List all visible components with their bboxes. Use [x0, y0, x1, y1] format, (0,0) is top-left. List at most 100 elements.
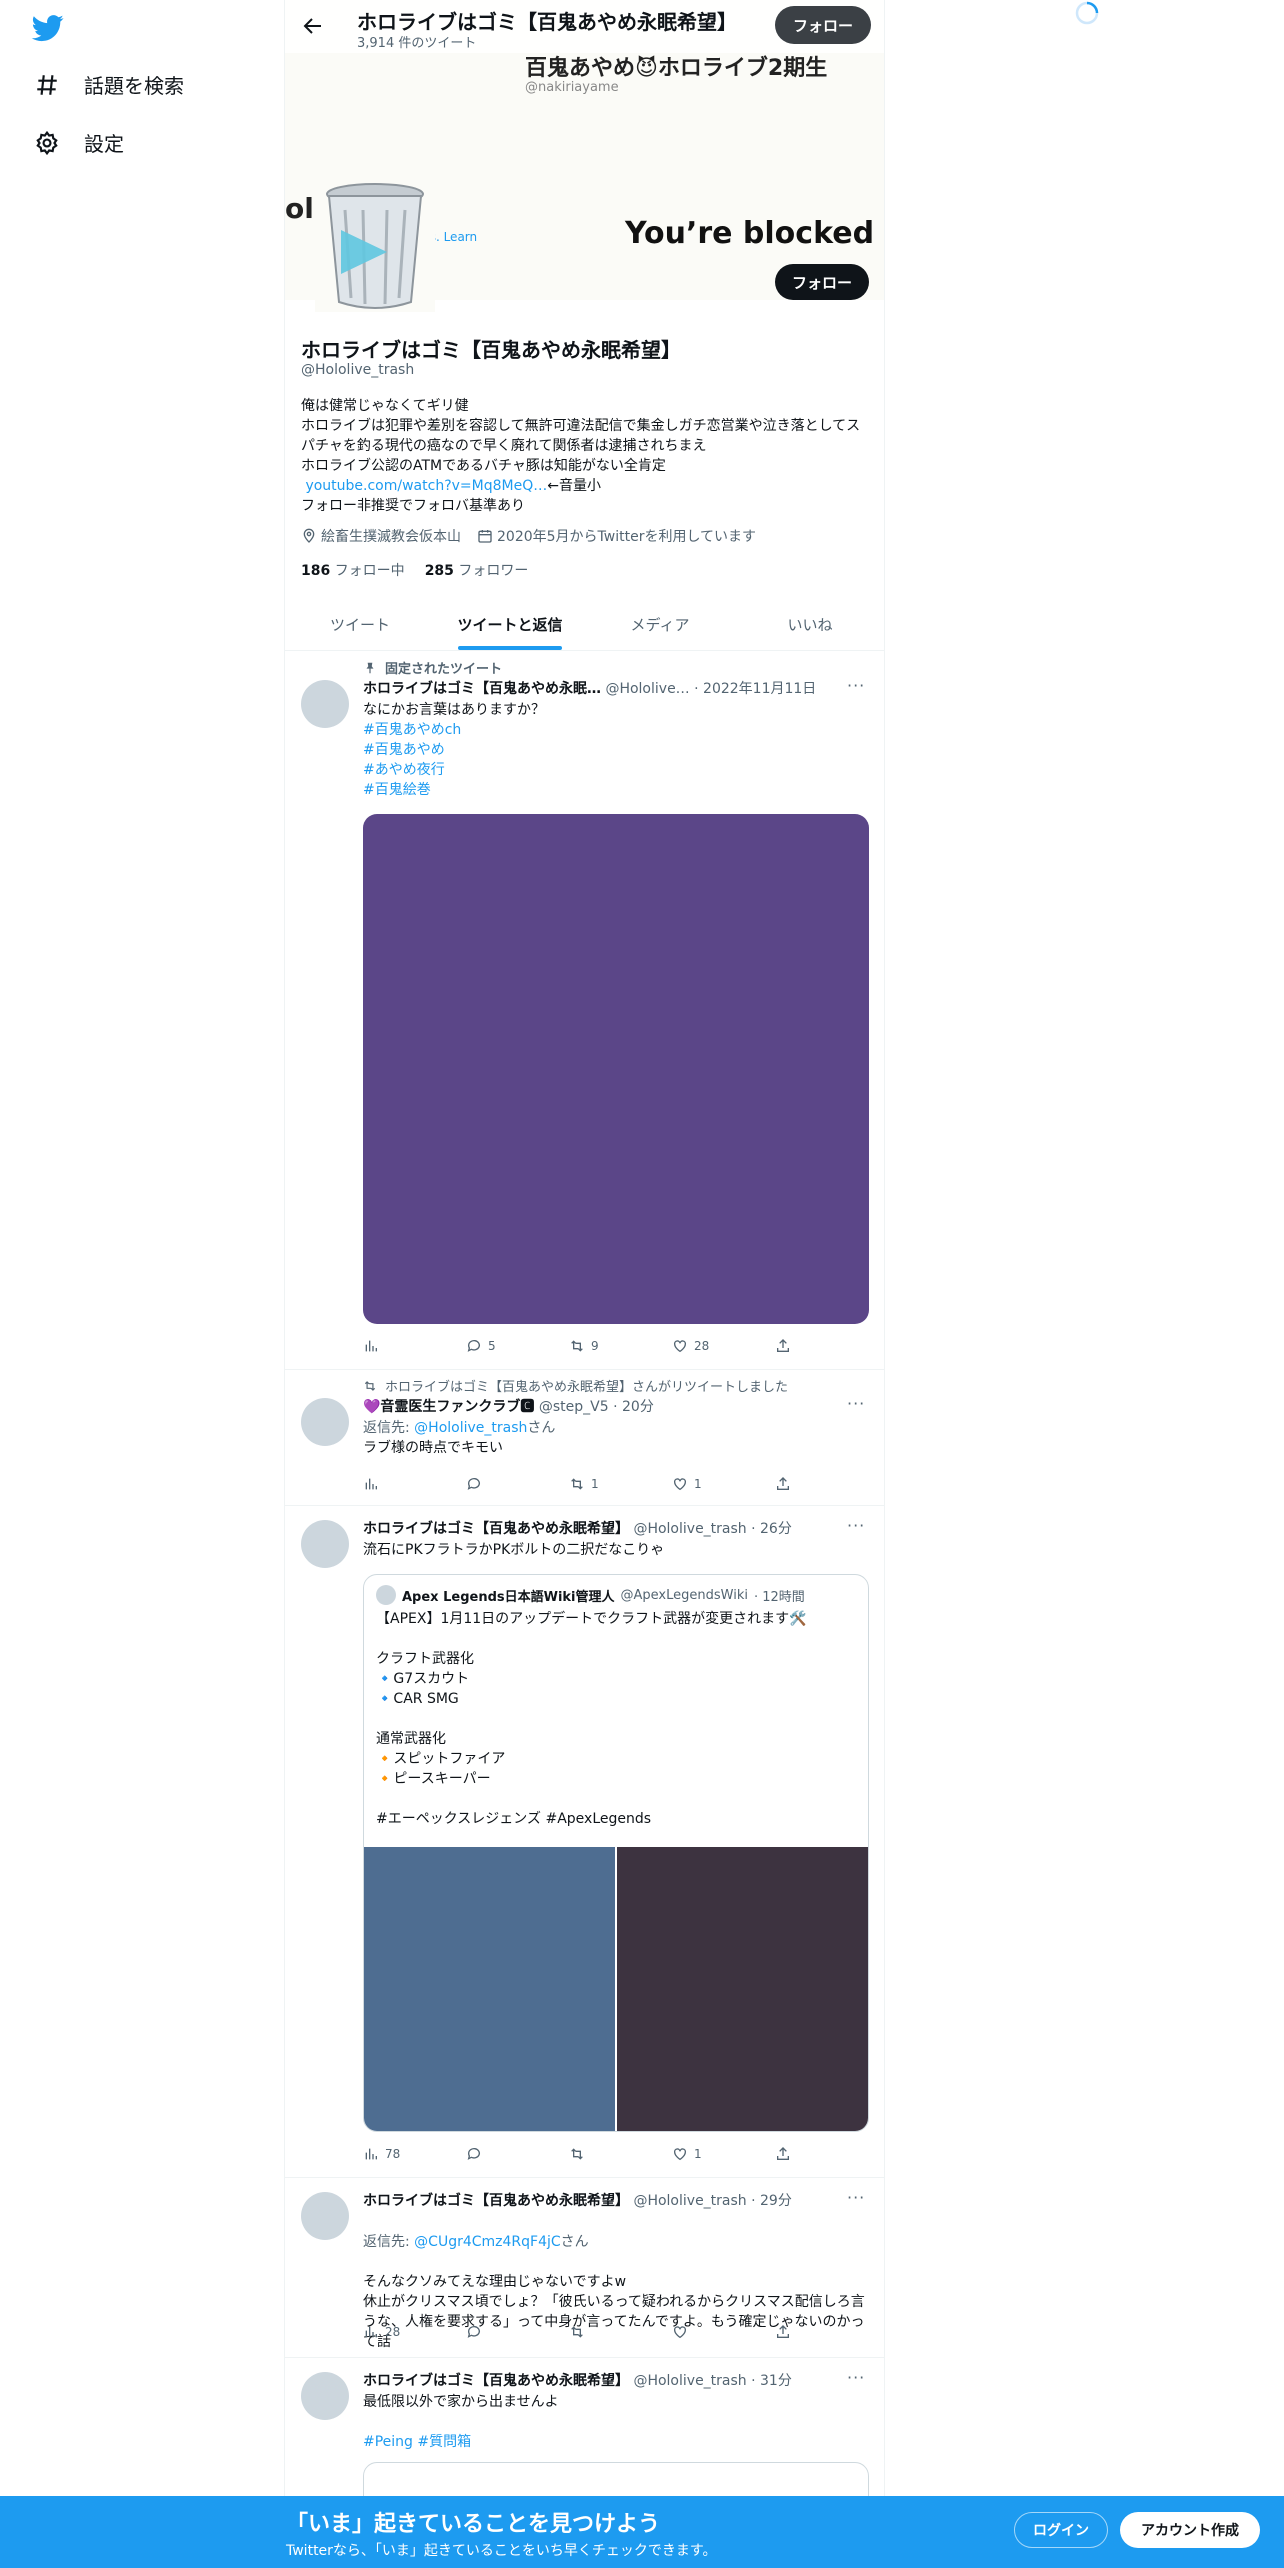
- tab-likes[interactable]: いいね: [735, 598, 884, 650]
- like-button[interactable]: 28: [672, 1338, 732, 1354]
- quote-image-left[interactable]: [364, 1847, 615, 2131]
- location-text: 絵畜生撲滅教会仮本山: [321, 529, 461, 545]
- nav-explore[interactable]: 話題を検索: [34, 70, 184, 99]
- main-column: 百鬼あやめ😈ホロライブ2期生 @nakiriayame olo ts. Lear…: [284, 0, 885, 2568]
- twitter-logo-icon[interactable]: [30, 12, 66, 44]
- views-button[interactable]: [363, 1476, 423, 1492]
- header-follow-button[interactable]: フォロー: [775, 6, 871, 44]
- retweet-button[interactable]: 9: [569, 1338, 629, 1354]
- more-icon[interactable]: ···: [847, 2368, 865, 2387]
- reply-button[interactable]: [466, 1476, 526, 1492]
- author-handle[interactable]: @step_V5: [539, 1399, 609, 1415]
- like-button[interactable]: 1: [672, 1476, 732, 1492]
- tweet[interactable]: ホロライブはゴミ【百鬼あやめ永眠希望】 @Hololive_trash · 29…: [285, 2178, 884, 2358]
- author-handle[interactable]: @Hololive…: [605, 681, 689, 697]
- pin-icon: [366, 662, 374, 673]
- quote-header: Apex Legends日本語Wiki管理人 @ApexLegendsWiki · …: [376, 1585, 805, 1605]
- retweet-social-text[interactable]: ホロライブはゴミ【百鬼あやめ永眠希望】さんがリツイートしました: [385, 1376, 788, 1395]
- tab-tweets-and-replies[interactable]: ツイートと返信: [435, 598, 585, 650]
- signup-banner: 「いま」起きていることを見つけよう Twitterなら、「いま」起きていることを…: [0, 2496, 1284, 2568]
- tweet-time[interactable]: · 26分: [751, 1521, 792, 1537]
- tab-tweets[interactable]: ツイート: [285, 598, 435, 650]
- reply-suffix: さん: [527, 1420, 556, 1436]
- more-icon[interactable]: ···: [847, 2188, 865, 2207]
- views-button[interactable]: [363, 1338, 423, 1354]
- tweet[interactable]: ホロライブはゴミ【百鬼あやめ永眠希望】さんがリツイートしました 💜音霊医生ファン…: [285, 1370, 884, 1506]
- login-button[interactable]: ログイン: [1014, 2512, 1108, 2548]
- views-button[interactable]: 78: [363, 2146, 423, 2162]
- following-count: 186: [301, 563, 331, 579]
- more-icon[interactable]: ···: [847, 676, 865, 695]
- back-arrow-icon[interactable]: [301, 14, 325, 38]
- signup-banner-subtitle: Twitterなら、「いま」起きていることをいち早くチェックできます。: [286, 2543, 717, 2559]
- retweet-indicator: ホロライブはゴミ【百鬼あやめ永眠希望】さんがリツイートしました: [363, 1376, 788, 1395]
- author-name[interactable]: ホロライブはゴミ【百鬼あやめ永眠希望】: [363, 2373, 629, 2389]
- share-button[interactable]: [775, 1338, 795, 1354]
- retweet-button[interactable]: 1: [569, 1476, 629, 1492]
- hashtag[interactable]: #百鬼あやめch: [363, 720, 871, 740]
- share-button[interactable]: [775, 1476, 795, 1492]
- hashtag[interactable]: #あやめ夜行: [363, 760, 871, 780]
- tweet-image[interactable]: [363, 814, 869, 1324]
- reply-button[interactable]: [466, 2146, 526, 2162]
- tweet-time[interactable]: · 2022年11月11日: [694, 681, 816, 697]
- following-link[interactable]: 186 フォロー中: [301, 560, 405, 580]
- reply-button[interactable]: 5: [466, 1338, 526, 1354]
- nav-explore-label: 話題を検索: [84, 74, 184, 98]
- quote-author-name: Apex Legends日本語Wiki管理人: [402, 1589, 615, 1605]
- avatar[interactable]: [301, 2372, 349, 2420]
- bio-line: 俺は健常じゃなくてギリ健: [301, 398, 469, 414]
- views-button[interactable]: 28: [363, 2324, 423, 2340]
- reply-prefix: 返信先:: [363, 2234, 415, 2250]
- like-button[interactable]: [672, 2324, 732, 2340]
- bio-link-suffix: ←音量小: [547, 478, 601, 494]
- bio-link[interactable]: youtube.com/watch?v=Mq8MeQ…: [305, 478, 547, 494]
- avatar[interactable]: [301, 1398, 349, 1446]
- avatar[interactable]: [301, 680, 349, 728]
- author-name[interactable]: ホロライブはゴミ【百鬼あやめ永眠希望】: [363, 2193, 629, 2209]
- signup-button[interactable]: アカウント作成: [1120, 2512, 1260, 2548]
- avatar[interactable]: [301, 1520, 349, 1568]
- author-name[interactable]: ホロライブはゴミ【百鬼あやめ永眠希望】: [363, 1521, 629, 1537]
- more-icon[interactable]: ···: [847, 1394, 865, 1413]
- reply-mention[interactable]: @Hololive_trash: [414, 1420, 527, 1436]
- author-handle[interactable]: @Hololive_trash: [633, 2373, 746, 2389]
- retweet-button[interactable]: [569, 2324, 629, 2340]
- reply-mention[interactable]: @CUgr4Cmz4RqF4jC: [414, 2234, 560, 2250]
- profile-follow-button[interactable]: フォロー: [775, 264, 869, 300]
- retweet-icon: [571, 2148, 583, 2160]
- tweet[interactable]: ホロライブはゴミ【百鬼あやめ永眠希望】 @Hololive_trash · 26…: [285, 1506, 884, 2178]
- location: 絵畜生撲滅教会仮本山: [301, 526, 461, 546]
- heart-icon: [674, 1340, 686, 1353]
- author-name[interactable]: 💜音霊医生ファンクラブ🅲: [363, 1399, 534, 1415]
- share-button[interactable]: [775, 2146, 795, 2162]
- author-name[interactable]: ホロライブはゴミ【百鬼あやめ永眠…: [363, 681, 601, 697]
- author-handle[interactable]: @Hololive_trash: [633, 1521, 746, 1537]
- hashtag[interactable]: #百鬼絵巻: [363, 780, 871, 800]
- views-icon: [365, 2148, 377, 2160]
- quote-image-right[interactable]: [617, 1847, 868, 2131]
- nav-settings-label: 設定: [84, 132, 124, 156]
- tweet[interactable]: 固定されたツイート ホロライブはゴミ【百鬼あやめ永眠… @Hololive… ·…: [285, 652, 884, 1370]
- quoted-tweet[interactable]: Apex Legends日本語Wiki管理人 @ApexLegendsWiki · …: [363, 1574, 869, 2132]
- reply-button[interactable]: [466, 2324, 526, 2340]
- like-button[interactable]: 1: [672, 2146, 732, 2162]
- views-icon: [365, 1478, 377, 1490]
- tweet-time[interactable]: · 29分: [751, 2193, 792, 2209]
- avatar[interactable]: [301, 2192, 349, 2240]
- share-button[interactable]: [775, 2324, 795, 2340]
- hashtags[interactable]: #Peing #質問箱: [363, 2432, 871, 2452]
- nav-settings[interactable]: 設定: [34, 128, 124, 157]
- more-icon[interactable]: ···: [847, 1516, 865, 1535]
- author-handle[interactable]: @Hololive_trash: [633, 2193, 746, 2209]
- location-pin-icon: [303, 528, 315, 543]
- followers-link[interactable]: 285 フォロワー: [425, 560, 529, 580]
- profile-avatar[interactable]: [315, 180, 435, 312]
- retweet-button[interactable]: [569, 2146, 629, 2162]
- tweet-time[interactable]: · 31分: [751, 2373, 792, 2389]
- tab-media[interactable]: メディア: [585, 598, 735, 650]
- hashtag[interactable]: #百鬼あやめ: [363, 740, 871, 760]
- tweet-header: ホロライブはゴミ【百鬼あやめ永眠… @Hololive… · 2022年11月1…: [363, 678, 829, 698]
- tweet-time[interactable]: · 20分: [613, 1399, 654, 1415]
